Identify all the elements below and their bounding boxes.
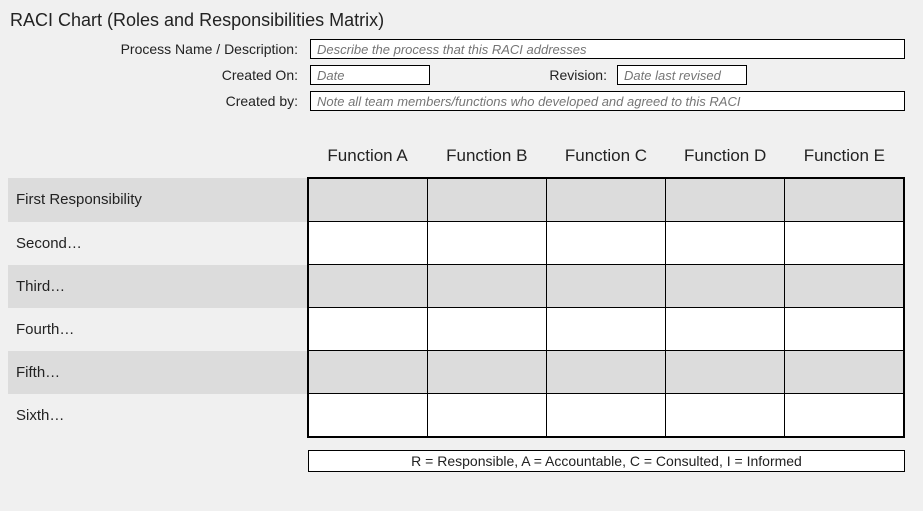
revision-input[interactable] [617, 65, 747, 85]
page-title: RACI Chart (Roles and Responsibilities M… [10, 10, 905, 31]
function-header: Function D [666, 135, 785, 178]
raci-cell[interactable] [427, 351, 546, 394]
raci-cell[interactable] [546, 178, 665, 222]
table-row: Sixth… [8, 394, 904, 438]
raci-cell[interactable] [666, 351, 785, 394]
table-row: First Responsibility [8, 178, 904, 222]
raci-cell[interactable] [308, 351, 427, 394]
created-by-input[interactable] [310, 91, 905, 111]
raci-cell[interactable] [785, 222, 904, 265]
raci-cell[interactable] [308, 178, 427, 222]
revision-label: Revision: [522, 67, 611, 83]
table-row: Second… [8, 222, 904, 265]
created-on-input[interactable] [310, 65, 430, 85]
table-row: Fourth… [8, 308, 904, 351]
raci-cell[interactable] [785, 351, 904, 394]
meta-block: Process Name / Description: Created On: … [8, 39, 905, 111]
raci-cell[interactable] [308, 222, 427, 265]
raci-cell[interactable] [546, 308, 665, 351]
table-row: Fifth… [8, 351, 904, 394]
raci-cell[interactable] [666, 394, 785, 438]
raci-cell[interactable] [308, 265, 427, 308]
raci-cell[interactable] [546, 222, 665, 265]
raci-cell[interactable] [785, 308, 904, 351]
raci-cell[interactable] [546, 394, 665, 438]
function-header: Function B [427, 135, 546, 178]
created-on-label: Created On: [8, 67, 304, 83]
responsibility-label: Fourth… [8, 308, 308, 351]
function-header: Function E [785, 135, 904, 178]
raci-cell[interactable] [427, 308, 546, 351]
raci-cell[interactable] [785, 265, 904, 308]
function-header: Function C [546, 135, 665, 178]
process-label: Process Name / Description: [8, 41, 304, 57]
raci-legend: R = Responsible, A = Accountable, C = Co… [308, 450, 905, 472]
responsibility-label: Third… [8, 265, 308, 308]
raci-cell[interactable] [666, 265, 785, 308]
raci-cell[interactable] [427, 178, 546, 222]
raci-cell[interactable] [427, 394, 546, 438]
responsibility-label: Fifth… [8, 351, 308, 394]
raci-cell[interactable] [308, 308, 427, 351]
table-row: Third… [8, 265, 904, 308]
process-input[interactable] [310, 39, 905, 59]
table-corner [8, 135, 308, 178]
responsibility-label: First Responsibility [8, 178, 308, 222]
raci-cell[interactable] [666, 308, 785, 351]
raci-cell[interactable] [308, 394, 427, 438]
raci-cell[interactable] [666, 178, 785, 222]
raci-cell[interactable] [427, 222, 546, 265]
raci-cell[interactable] [427, 265, 546, 308]
function-header: Function A [308, 135, 427, 178]
raci-table: Function A Function B Function C Functio… [8, 135, 905, 438]
raci-cell[interactable] [546, 351, 665, 394]
raci-cell[interactable] [666, 222, 785, 265]
raci-cell[interactable] [546, 265, 665, 308]
responsibility-label: Sixth… [8, 394, 308, 438]
created-by-label: Created by: [8, 93, 304, 109]
raci-cell[interactable] [785, 394, 904, 438]
responsibility-label: Second… [8, 222, 308, 265]
raci-cell[interactable] [785, 178, 904, 222]
